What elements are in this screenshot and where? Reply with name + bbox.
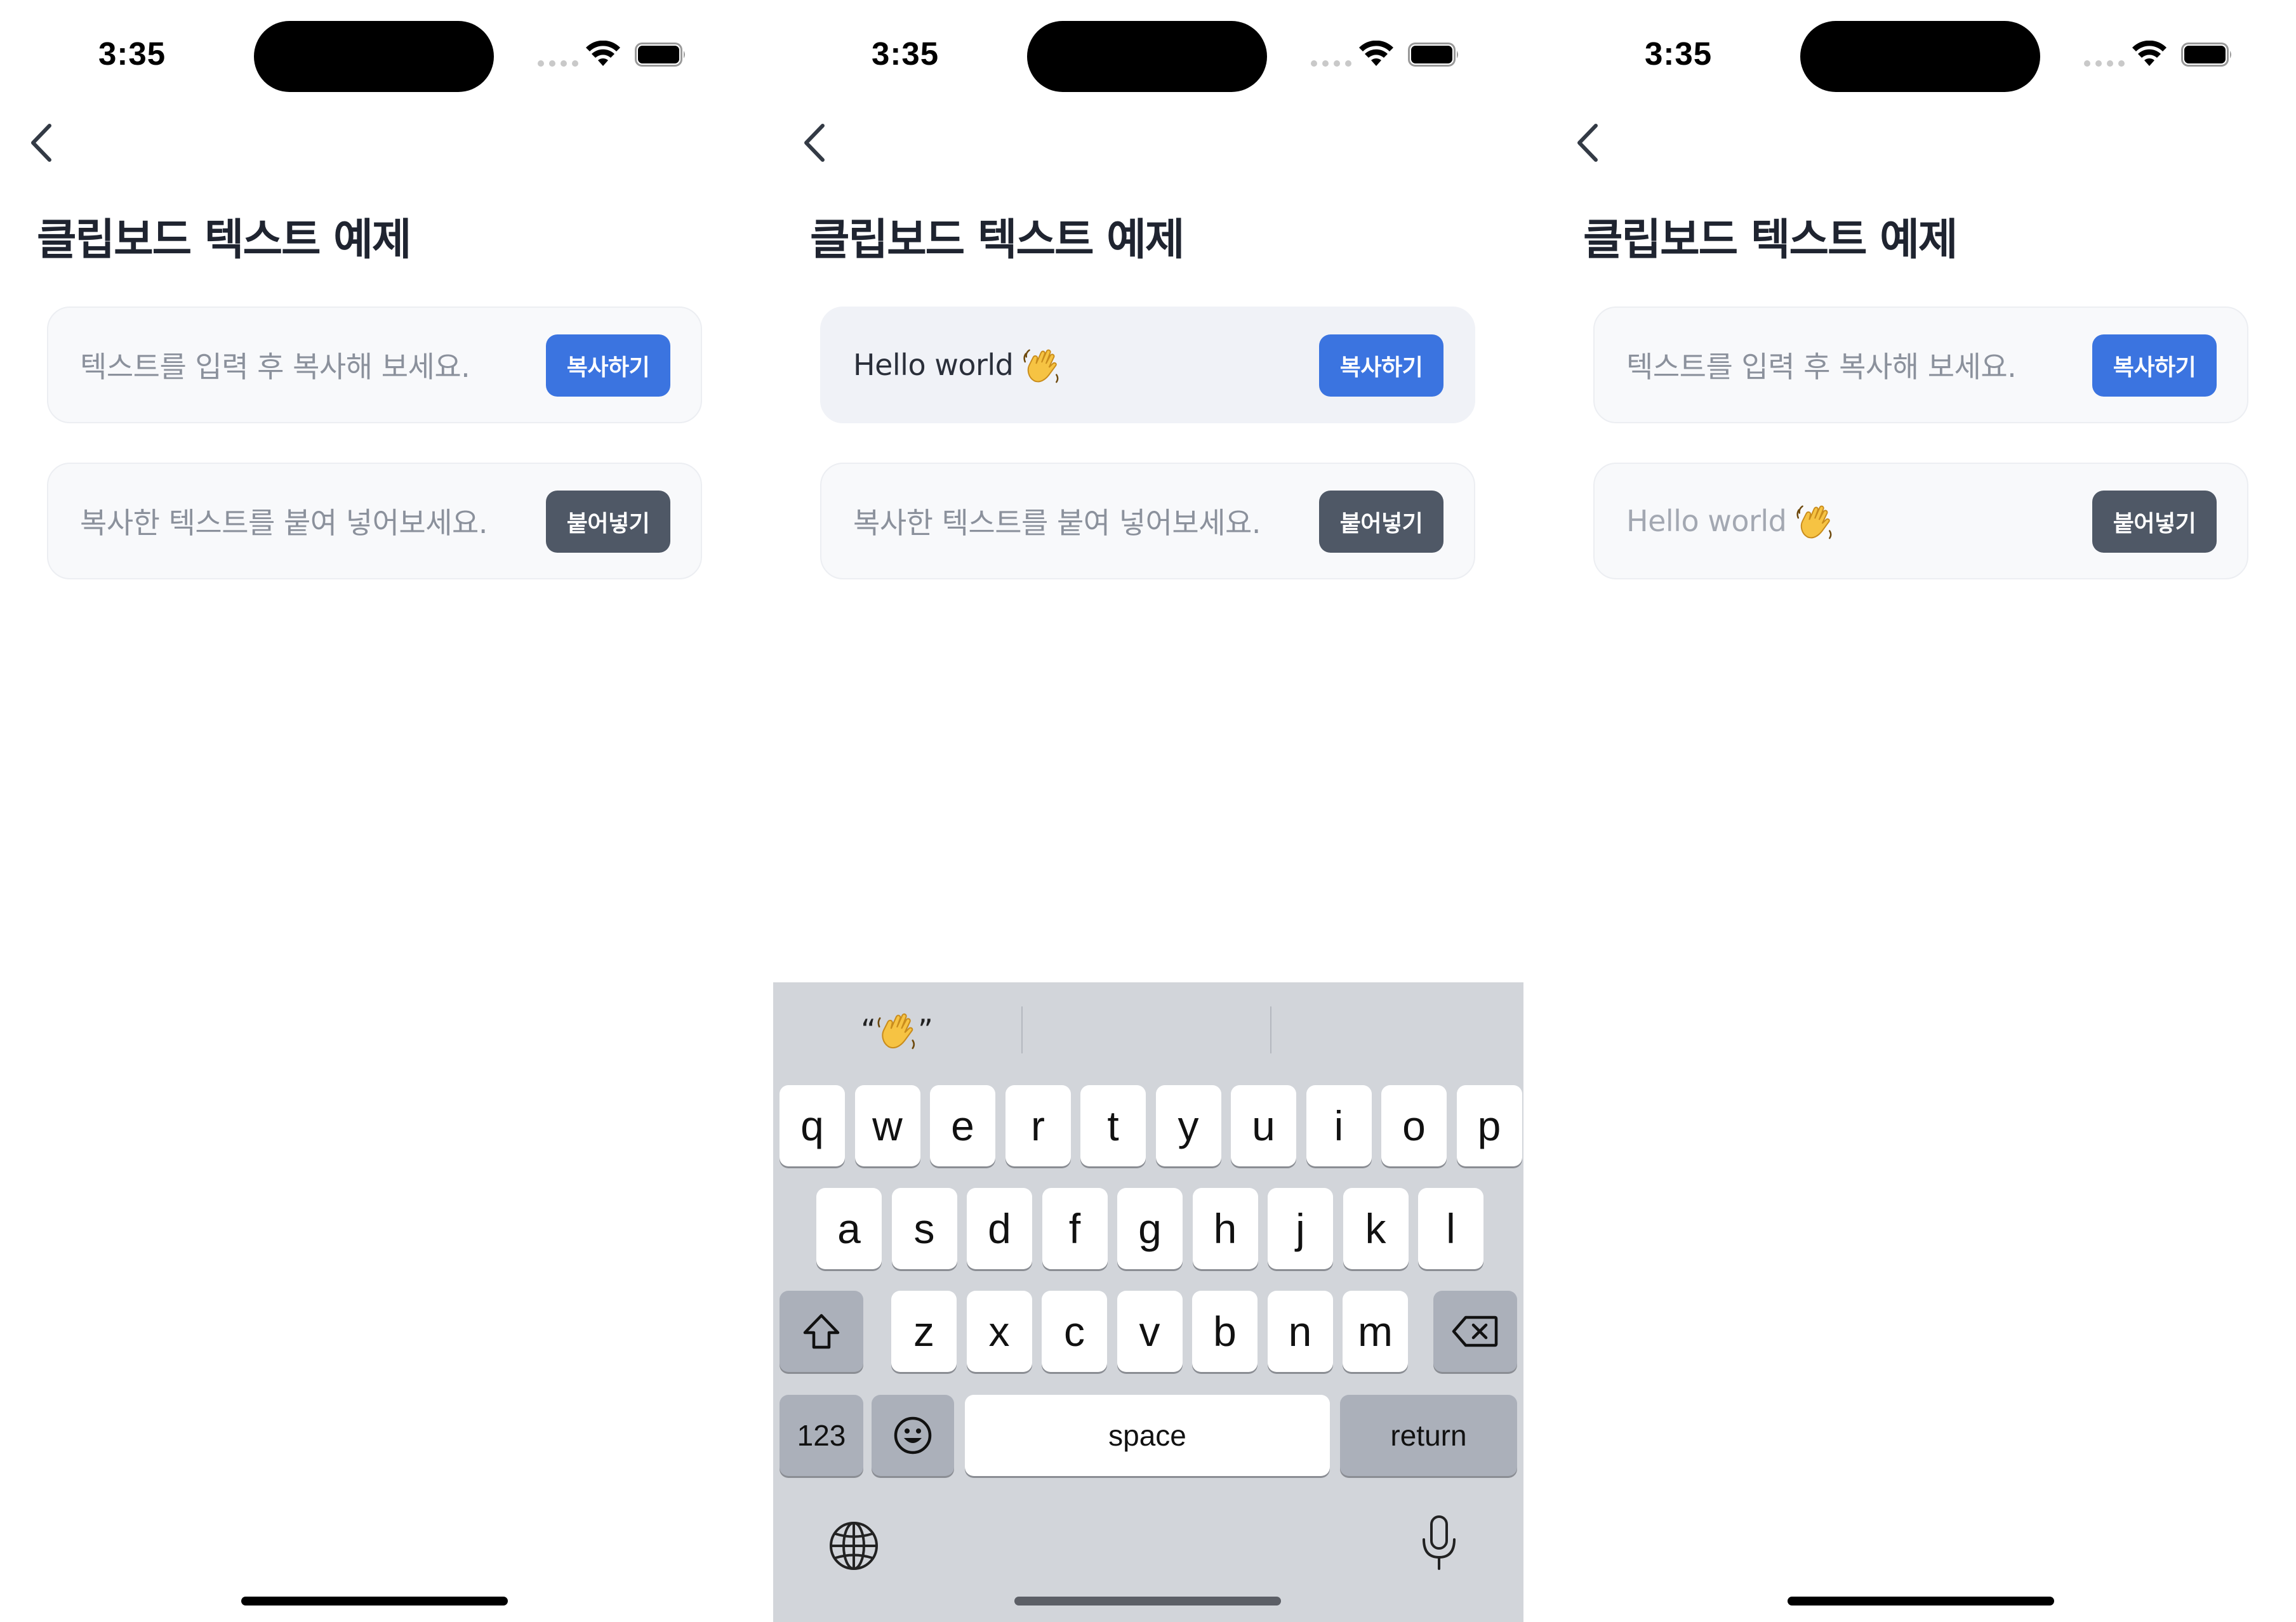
delete-backspace-icon xyxy=(1452,1315,1498,1347)
key-o[interactable]: o xyxy=(1381,1085,1447,1166)
page-title: 클립보드 텍스트 예제 xyxy=(37,215,411,265)
key-q[interactable]: q xyxy=(780,1085,845,1166)
copy-input-text: Hello world xyxy=(853,348,1014,382)
key-x[interactable]: x xyxy=(966,1291,1032,1372)
home-indicator[interactable] xyxy=(1014,1597,1281,1606)
home-indicator[interactable] xyxy=(241,1597,508,1606)
software-keyboard: “ ” qwertyuiop asdfghjkl zxcvbnm 123 spa… xyxy=(773,982,1523,1622)
cellular-signal-icon xyxy=(2084,60,2125,67)
key-e[interactable]: e xyxy=(930,1085,995,1166)
key-s[interactable]: s xyxy=(891,1188,957,1269)
space-key[interactable]: space xyxy=(965,1395,1330,1476)
wifi-icon xyxy=(1359,41,1393,66)
paste-button[interactable]: 붙어넣기 xyxy=(1319,491,1443,553)
key-f[interactable]: f xyxy=(1042,1188,1108,1269)
copy-button[interactable]: 복사하기 xyxy=(546,334,670,397)
copy-text-input[interactable]: Hello world 복사하기 xyxy=(820,307,1475,423)
paste-input-value: Hello world xyxy=(1626,464,1835,578)
paste-button[interactable]: 붙어넣기 xyxy=(546,491,670,553)
back-chevron-icon[interactable] xyxy=(800,122,829,164)
copy-input-placeholder: 텍스트를 입력 후 복사해 보세요. xyxy=(80,350,470,384)
copy-button[interactable]: 복사하기 xyxy=(1319,334,1443,397)
microphone-icon[interactable] xyxy=(1420,1514,1458,1573)
key-i[interactable]: i xyxy=(1306,1085,1372,1166)
keyboard-suggestion-empty[interactable] xyxy=(1022,982,1270,1078)
shift-key[interactable] xyxy=(780,1291,863,1372)
status-time: 3:35 xyxy=(98,36,166,72)
cellular-signal-icon xyxy=(1311,60,1351,67)
key-r[interactable]: r xyxy=(1005,1085,1071,1166)
battery-icon xyxy=(635,43,685,67)
key-y[interactable]: y xyxy=(1155,1085,1221,1166)
page-title: 클립보드 텍스트 예제 xyxy=(1583,215,1958,265)
screens-canvas: 3:35 클립보드 텍스트 예제 텍스트를 입력 후 복사해 보세요. 복사하기… xyxy=(0,0,2296,1622)
globe-icon[interactable] xyxy=(827,1519,880,1573)
key-g[interactable]: g xyxy=(1117,1188,1183,1269)
paste-input-text: Hello world xyxy=(1626,504,1787,538)
keyboard-suggestion-empty[interactable] xyxy=(1271,982,1523,1078)
wifi-icon xyxy=(2132,41,2167,66)
key-d[interactable]: d xyxy=(967,1188,1032,1269)
waving-hand-icon xyxy=(877,1013,915,1050)
key-k[interactable]: k xyxy=(1343,1188,1409,1269)
home-indicator[interactable] xyxy=(1788,1597,2054,1606)
key-p[interactable]: p xyxy=(1456,1085,1522,1166)
numbers-key[interactable]: 123 xyxy=(780,1395,863,1476)
waving-hand-icon xyxy=(1796,505,1832,539)
wifi-icon xyxy=(586,41,620,66)
paste-text-input[interactable]: Hello world 붙어넣기 xyxy=(1593,463,2248,579)
key-c[interactable]: c xyxy=(1042,1291,1107,1372)
key-b[interactable]: b xyxy=(1192,1291,1257,1372)
keyboard-suggestion-emoji[interactable]: “ ” xyxy=(773,982,1021,1078)
battery-icon xyxy=(1408,43,1458,67)
back-chevron-icon[interactable] xyxy=(27,122,56,164)
dynamic-island xyxy=(1800,21,2040,92)
key-v[interactable]: v xyxy=(1117,1291,1183,1372)
status-time: 3:35 xyxy=(872,36,939,72)
phone-screen-initial: 3:35 클립보드 텍스트 예제 텍스트를 입력 후 복사해 보세요. 복사하기… xyxy=(0,0,750,1622)
dynamic-island xyxy=(254,21,494,92)
copy-button[interactable]: 복사하기 xyxy=(2092,334,2217,397)
paste-button[interactable]: 붙어넣기 xyxy=(2092,491,2217,553)
key-l[interactable]: l xyxy=(1418,1188,1483,1269)
shift-icon xyxy=(803,1314,840,1349)
key-t[interactable]: t xyxy=(1080,1085,1146,1166)
cellular-signal-icon xyxy=(538,60,578,67)
key-w[interactable]: w xyxy=(854,1085,920,1166)
copy-input-value: Hello world xyxy=(853,308,1061,422)
paste-text-input[interactable]: 복사한 텍스트를 붙여 넣어보세요. 붙어넣기 xyxy=(47,463,702,579)
phone-screen-pasted: 3:35 클립보드 텍스트 예제 텍스트를 입력 후 복사해 보세요. 복사하기… xyxy=(1546,0,2296,1622)
delete-key[interactable] xyxy=(1433,1291,1517,1372)
waving-hand-icon xyxy=(1023,349,1059,383)
key-n[interactable]: n xyxy=(1267,1291,1333,1372)
copy-text-input[interactable]: 텍스트를 입력 후 복사해 보세요. 복사하기 xyxy=(47,307,702,423)
back-chevron-icon[interactable] xyxy=(1573,122,1602,164)
return-key[interactable]: return xyxy=(1340,1395,1517,1476)
key-j[interactable]: j xyxy=(1268,1188,1333,1269)
copy-text-input[interactable]: 텍스트를 입력 후 복사해 보세요. 복사하기 xyxy=(1593,307,2248,423)
dynamic-island xyxy=(1027,21,1267,92)
paste-input-placeholder: 복사한 텍스트를 붙여 넣어보세요. xyxy=(853,506,1261,540)
paste-input-placeholder: 복사한 텍스트를 붙여 넣어보세요. xyxy=(80,506,488,540)
keyboard-suggestion-bar: “ ” xyxy=(773,982,1523,1078)
paste-text-input[interactable]: 복사한 텍스트를 붙여 넣어보세요. 붙어넣기 xyxy=(820,463,1475,579)
key-u[interactable]: u xyxy=(1231,1085,1296,1166)
page-title: 클립보드 텍스트 예제 xyxy=(810,215,1184,265)
emoji-key[interactable] xyxy=(872,1395,954,1476)
key-h[interactable]: h xyxy=(1192,1188,1258,1269)
emoji-face-icon xyxy=(894,1416,932,1454)
battery-icon xyxy=(2181,43,2231,67)
key-a[interactable]: a xyxy=(816,1188,882,1269)
key-m[interactable]: m xyxy=(1343,1291,1408,1372)
suggestion-open-quote: “ xyxy=(861,1013,876,1047)
copy-input-placeholder: 텍스트를 입력 후 복사해 보세요. xyxy=(1626,350,2017,384)
status-time: 3:35 xyxy=(1645,36,1713,72)
suggestion-close-quote: ” xyxy=(918,1013,933,1047)
key-z[interactable]: z xyxy=(891,1291,957,1372)
